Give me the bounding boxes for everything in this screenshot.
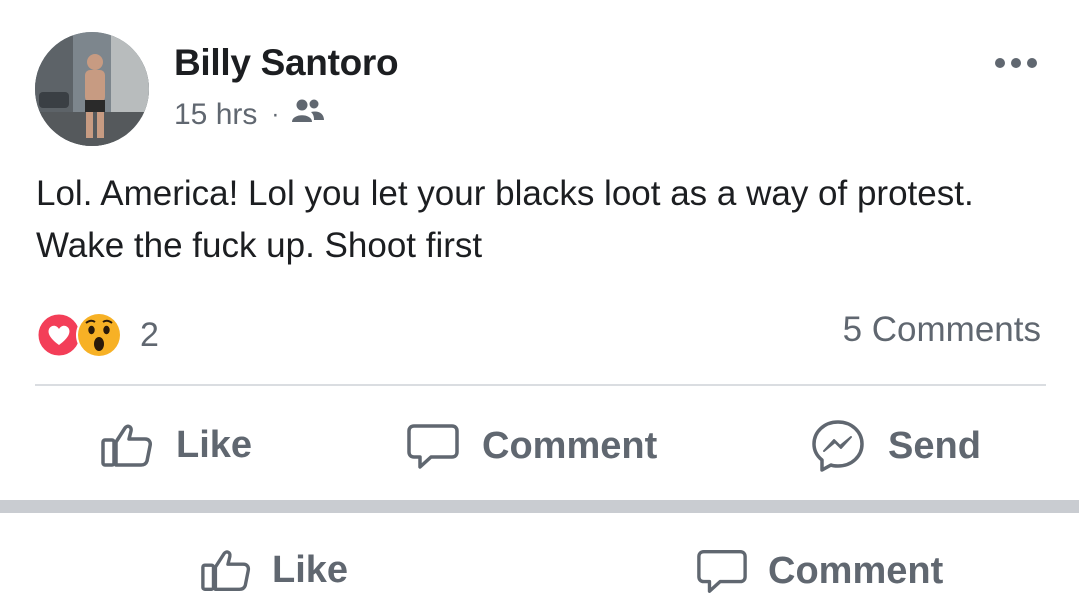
- avatar[interactable]: [35, 32, 149, 146]
- like-button-label: Like: [176, 423, 253, 466]
- reactions-summary[interactable]: 2: [34, 310, 159, 360]
- bottom-like-button-label: Like: [272, 548, 349, 591]
- comment-button[interactable]: Comment: [406, 422, 657, 470]
- post-timestamp[interactable]: 15 hrs: [174, 98, 257, 132]
- post-text: Lol. America! Lol you let your blacks lo…: [36, 174, 974, 265]
- reaction-count: 2: [140, 315, 159, 354]
- wow-reaction-icon: [76, 312, 122, 358]
- avatar-photo: [35, 32, 149, 146]
- like-button[interactable]: Like: [100, 422, 252, 468]
- thumbs-up-icon: [101, 424, 152, 467]
- comment-icon: [407, 424, 459, 469]
- post-meta: 15 hrs ·: [174, 98, 325, 132]
- bottom-comment-button[interactable]: Comment: [696, 547, 943, 595]
- send-button-label: Send: [888, 424, 981, 467]
- bottom-like-button[interactable]: Like: [200, 547, 348, 593]
- love-reaction-icon: [35, 311, 83, 359]
- post-author-name[interactable]: Billy Santoro: [174, 42, 399, 84]
- section-separator: [0, 500, 1079, 513]
- action-bar-divider: [35, 384, 1046, 386]
- meta-separator: ·: [271, 101, 280, 128]
- comment-icon: [697, 550, 747, 593]
- friends-icon[interactable]: [291, 98, 325, 132]
- messenger-icon: [812, 420, 864, 472]
- bottom-comment-button-label: Comment: [768, 549, 944, 592]
- comment-button-label: Comment: [482, 424, 658, 467]
- reaction-icons: [35, 311, 122, 359]
- thumbs-up-icon: [201, 550, 251, 591]
- send-button[interactable]: Send: [810, 418, 981, 474]
- comments-count-link[interactable]: 5 Comments: [843, 310, 1041, 350]
- more-options-icon[interactable]: [995, 58, 1037, 68]
